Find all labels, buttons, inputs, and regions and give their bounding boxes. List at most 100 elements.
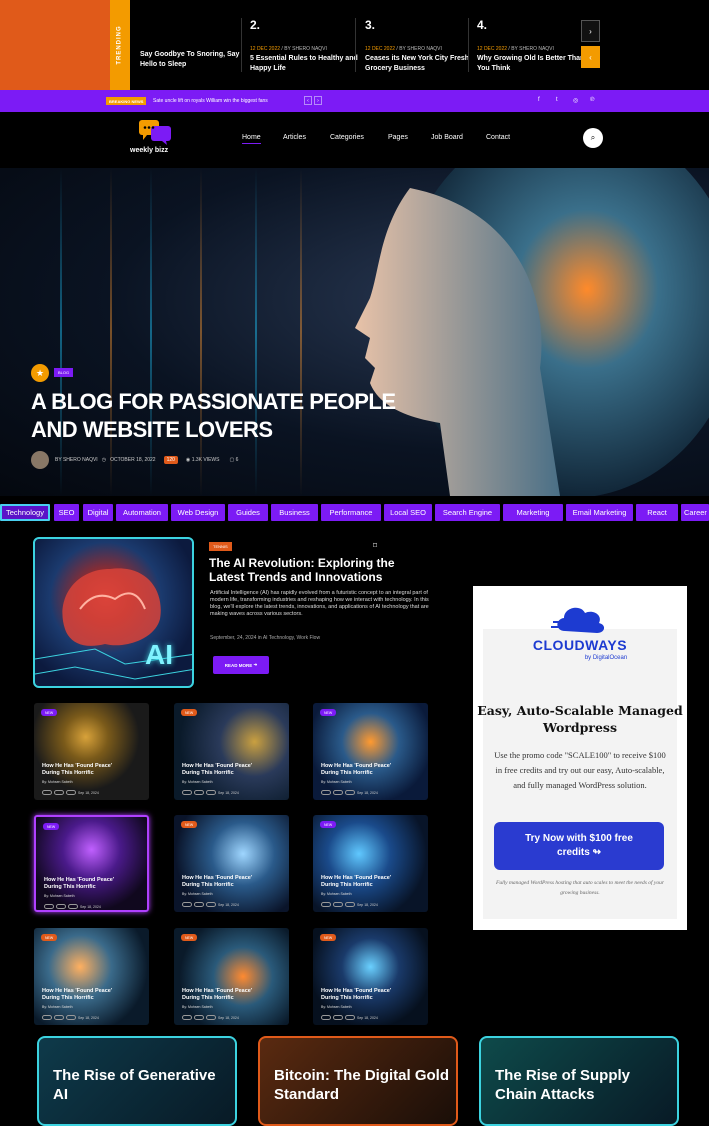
ad-subbrand: by DigitalOcean: [584, 655, 628, 661]
pill-icon: [54, 1015, 64, 1020]
post-card[interactable]: NEW How He Has 'Found Peace' During This …: [313, 703, 428, 800]
pill-icon: [54, 790, 64, 795]
feature-category-tag[interactable]: TENNIS: [209, 542, 232, 551]
post-card[interactable]: NEW How He Has 'Found Peace' During This …: [174, 703, 289, 800]
feature-title[interactable]: The AI Revolution: Exploring the Latest …: [209, 556, 429, 584]
post-card[interactable]: NEW How He Has 'Found Peace' During This …: [313, 928, 428, 1025]
tag-business[interactable]: Business: [271, 504, 318, 521]
post-card-title[interactable]: How He Has 'Found Peace' During This Hor…: [321, 875, 396, 889]
tag-technology[interactable]: Technology: [0, 504, 50, 521]
trending-label: TRENDING: [110, 0, 130, 90]
search-icon[interactable]: ⌕: [583, 128, 603, 148]
tag-marketing[interactable]: Marketing: [503, 504, 563, 521]
category-tag-strip: Technology SEO Digital Automation Web De…: [0, 504, 709, 521]
tag-automation[interactable]: Automation: [116, 504, 168, 521]
tag-react[interactable]: React: [636, 504, 678, 521]
post-card-author: By: Mohsen Sabeth: [321, 1005, 352, 1009]
tag-local-seo[interactable]: Local SEO: [384, 504, 432, 521]
nav-categories[interactable]: Categories: [330, 134, 364, 141]
facebook-icon[interactable]: f: [538, 97, 540, 103]
nav-contact[interactable]: Contact: [486, 134, 510, 141]
trending-item-3[interactable]: 3. 12 DEC 2022 / BY SHERO NAQVI Ceases i…: [365, 18, 475, 74]
post-card-author: By: Mohsen Sabeth: [44, 894, 75, 898]
cloud-icon: [551, 607, 605, 633]
tag-career[interactable]: Career: [681, 504, 709, 521]
pill-icon: [42, 790, 52, 795]
bottom-post-card[interactable]: The Rise of Generative AI: [37, 1036, 237, 1126]
tag-digital[interactable]: Digital: [83, 504, 113, 521]
pill-icon: [182, 1015, 192, 1020]
post-card-meta: Sep 18, 2024: [321, 790, 378, 795]
post-card-title[interactable]: How He Has 'Found Peace' During This Hor…: [321, 988, 396, 1002]
post-card-title[interactable]: How He Has 'Found Peace' During This Hor…: [321, 763, 396, 777]
post-card[interactable]: NEW How He Has 'Found Peace' During This …: [34, 815, 149, 912]
trending-item-2[interactable]: 2. 12 DEC 2022 / BY SHERO NAQVI 5 Essent…: [250, 18, 360, 74]
pill-icon: [333, 790, 343, 795]
bottom-post-card[interactable]: Bitcoin: The Digital Gold Standard: [258, 1036, 458, 1126]
post-card[interactable]: NEW How He Has 'Found Peace' During This …: [34, 928, 149, 1025]
chevron-right-icon[interactable]: ›: [581, 20, 600, 42]
post-card-date: Sep 18, 2024: [357, 790, 378, 795]
chevron-left-icon[interactable]: ‹: [581, 46, 600, 68]
new-badge: NEW: [320, 821, 337, 828]
post-card-title[interactable]: How He Has 'Found Peace' During This Hor…: [182, 988, 257, 1002]
hero-title[interactable]: A BLOG FOR PASSIONATE PEOPLE AND WEBSITE…: [31, 388, 431, 444]
breaking-news-text[interactable]: Sate uncle lift on royals William win th…: [153, 97, 268, 105]
trending-item-4[interactable]: 4. 12 DEC 2022 / BY SHERO NAQVI Why Grow…: [477, 18, 587, 74]
bottom-post-title: Bitcoin: The Digital Gold Standard: [274, 1067, 449, 1103]
tag-search-engine[interactable]: Search Engine: [435, 504, 500, 521]
post-card[interactable]: NEW How He Has 'Found Peace' During This …: [174, 928, 289, 1025]
nav-articles[interactable]: Articles: [283, 134, 306, 141]
pill-icon: [182, 790, 192, 795]
ai-face-illustration: [355, 168, 709, 496]
pill-icon: [321, 1015, 331, 1020]
logo[interactable]: weekly bizz: [130, 117, 180, 157]
tag-web-design[interactable]: Web Design: [171, 504, 225, 521]
divider: [355, 18, 356, 72]
post-card[interactable]: NEW How He Has 'Found Peace' During This …: [313, 815, 428, 912]
nav-pages[interactable]: Pages: [388, 134, 408, 141]
post-card-date: Sep 18, 2024: [357, 1015, 378, 1020]
post-card[interactable]: NEW How He Has 'Found Peace' During This …: [174, 815, 289, 912]
post-card-date: Sep 18, 2024: [218, 1015, 239, 1020]
chat-bubbles-icon: [139, 120, 171, 145]
views-count: 1.3K VIEWS: [191, 457, 220, 463]
trending-accent-block: [0, 0, 110, 90]
ai-label: AI: [145, 639, 173, 670]
post-card-date: Sep 18, 2024: [78, 790, 99, 795]
nav-home[interactable]: Home: [242, 134, 261, 144]
new-badge: NEW: [181, 934, 198, 941]
nav-job-board[interactable]: Job Board: [431, 134, 463, 141]
pinterest-icon[interactable]: ℗: [590, 97, 594, 103]
tag-guides[interactable]: Guides: [228, 504, 268, 521]
post-card-title[interactable]: How He Has 'Found Peace' During This Hor…: [44, 877, 119, 891]
read-more-button[interactable]: READ MORE ➜: [213, 656, 269, 674]
instagram-icon[interactable]: ◎: [573, 97, 578, 104]
feature-excerpt: Artificial Intelligence (AI) has rapidly…: [210, 590, 429, 617]
post-card-title[interactable]: How He Has 'Found Peace' During This Hor…: [182, 875, 257, 889]
feature-image[interactable]: AI: [33, 537, 194, 688]
author-name[interactable]: BY SHERO NAQVI: [55, 457, 98, 463]
breaking-prev-button[interactable]: ‹: [304, 96, 312, 105]
tag-seo[interactable]: SEO: [54, 504, 79, 521]
breaking-news-label: BREAKING NEWS: [106, 97, 147, 105]
bottom-post-card[interactable]: The Rise of Supply Chain Attacks: [479, 1036, 679, 1126]
pill-icon: [206, 790, 216, 795]
bookmark-icon[interactable]: ⌑: [373, 541, 377, 550]
hero-category-tag[interactable]: BLOG: [54, 368, 74, 377]
tag-email-marketing[interactable]: Email Marketing: [566, 504, 633, 521]
post-card-date: Sep 18, 2024: [78, 1015, 99, 1020]
new-badge: NEW: [43, 823, 60, 830]
tag-performance[interactable]: Performance: [321, 504, 381, 521]
pill-icon: [333, 1015, 343, 1020]
trending-item-1[interactable]: Say Goodbye To Snoring, Say Hello to Sle…: [140, 50, 240, 70]
twitter-icon[interactable]: t: [556, 97, 558, 103]
ad-body: Use the promo code "SCALE100" to receive…: [494, 750, 666, 790]
post-card-title[interactable]: How He Has 'Found Peace' During This Hor…: [182, 763, 257, 777]
post-card-date: Sep 18, 2024: [80, 904, 101, 909]
post-card-title[interactable]: How He Has 'Found Peace' During This Hor…: [42, 988, 117, 1002]
breaking-next-button[interactable]: ›: [314, 96, 322, 105]
post-card[interactable]: NEW How He Has 'Found Peace' During This …: [34, 703, 149, 800]
post-card-title[interactable]: How He Has 'Found Peace' During This Hor…: [42, 763, 117, 777]
ad-cta-button[interactable]: Try Now with $100 free credits ↬: [494, 822, 664, 870]
